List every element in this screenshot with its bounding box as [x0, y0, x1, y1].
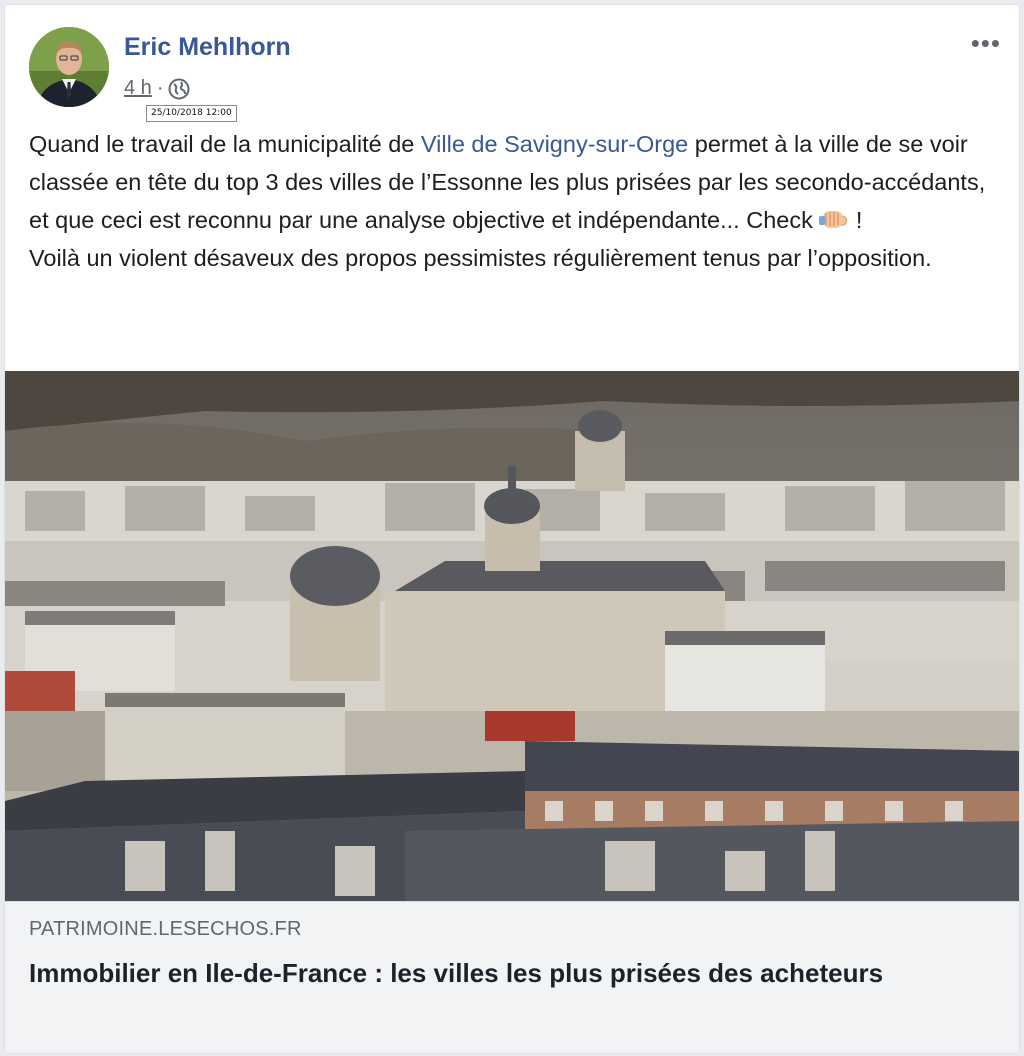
author-name[interactable]: Eric Mehlhorn — [124, 33, 291, 62]
post-paragraph-2: Voilà un violent désaveux des propos pes… — [29, 245, 932, 271]
post-paragraph-1: Quand le travail de la municipalité de V… — [29, 125, 999, 239]
link-preview-image[interactable] — [5, 371, 1019, 901]
meta-separator: · — [156, 77, 164, 99]
post-text-exclaim: ! — [849, 207, 863, 233]
post-time[interactable]: 4 h — [124, 77, 152, 100]
link-preview-info[interactable]: PATRIMOINE.LESECHOS.FR Immobilier en Ile… — [5, 901, 1019, 1053]
globe-icon[interactable] — [168, 78, 190, 100]
avatar[interactable] — [29, 27, 109, 107]
timestamp-tooltip: 25/10/2018 12:00 — [146, 105, 237, 122]
link-title[interactable]: Immobilier en Ile-de-France : les villes… — [29, 954, 959, 993]
link-domain: PATRIMOINE.LESECHOS.FR — [29, 918, 302, 940]
post-meta: 4 h · — [124, 77, 190, 100]
link-preview[interactable]: PATRIMOINE.LESECHOS.FR Immobilier en Ile… — [5, 371, 1019, 1053]
post-text-intro: Quand le travail de la municipalité de — [29, 131, 421, 157]
post-card: Eric Mehlhorn 4 h · 25/10/2018 12:00 •••… — [4, 4, 1020, 1054]
more-icon[interactable]: ••• — [971, 30, 1001, 56]
page-link[interactable]: Ville de Savigny-sur-Orge — [421, 131, 688, 157]
cityscape-image — [5, 371, 1019, 901]
fist-bump-icon — [819, 205, 849, 229]
post-text: Quand le travail de la municipalité de V… — [29, 125, 999, 277]
